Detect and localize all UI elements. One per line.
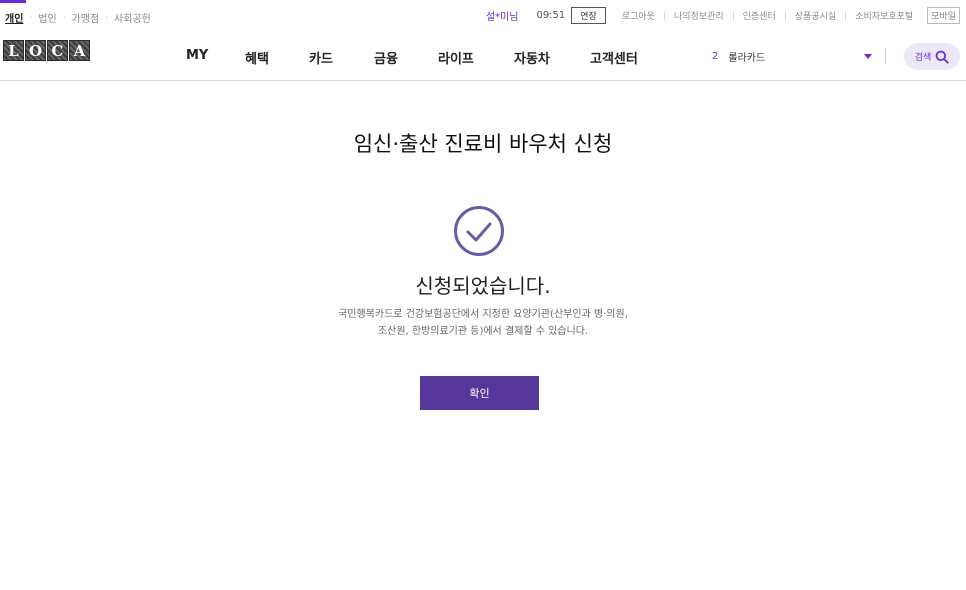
nav-life[interactable]: 라이프 bbox=[438, 48, 474, 67]
chevron-down-icon bbox=[864, 54, 872, 59]
search-label: 검색 bbox=[914, 53, 932, 63]
check-circle-icon bbox=[454, 206, 504, 256]
nav-finance[interactable]: 금융 bbox=[374, 48, 398, 67]
logo-letter: L bbox=[3, 40, 24, 61]
logo-letter: A bbox=[69, 40, 90, 61]
description-line: 조산원, 한방의료기관 등)에서 결제할 수 있습니다. bbox=[377, 326, 589, 337]
extend-session-button[interactable]: 연장 bbox=[571, 7, 606, 24]
nav-car[interactable]: 자동차 bbox=[514, 48, 550, 67]
completion-message: 신청되었습니다. bbox=[415, 274, 551, 298]
divider bbox=[845, 10, 847, 21]
tab-social[interactable]: 사회공헌 bbox=[114, 10, 151, 25]
logo[interactable]: L O C A bbox=[3, 40, 90, 61]
tab-corporate[interactable]: 법인 bbox=[38, 10, 56, 25]
active-tab-indicator bbox=[0, 0, 26, 3]
search-button[interactable]: 검색 bbox=[904, 43, 960, 70]
tab-separator: · bbox=[62, 12, 66, 23]
divider bbox=[784, 10, 786, 21]
nav-my[interactable]: MY bbox=[186, 48, 208, 63]
card-count: 2 bbox=[712, 51, 719, 62]
tab-separator: · bbox=[105, 12, 109, 23]
selected-card-name: 롤라카드 bbox=[728, 53, 766, 64]
nav-customer-center[interactable]: 고객센터 bbox=[590, 48, 638, 67]
divider bbox=[885, 48, 886, 64]
divider bbox=[663, 10, 665, 21]
card-selector[interactable]: 2 롤라카드 bbox=[712, 49, 872, 64]
user-name: 설*미님 bbox=[485, 12, 519, 23]
segment-tabs: 개인 · 법인 · 가맹점 · 사회공헌 bbox=[5, 10, 151, 26]
consumer-portal-link[interactable]: 소비자보호포털 bbox=[855, 9, 913, 22]
divider bbox=[732, 10, 734, 21]
auth-center-link[interactable]: 인증센터 bbox=[743, 9, 776, 22]
nav-benefits[interactable]: 혜택 bbox=[245, 48, 269, 67]
page-title: 임신·출산 진료비 바우처 신청 bbox=[353, 132, 613, 156]
utility-bar: 설*미님 09:51 연장 로그아웃 나의정보관리 인증센터 상품공시실 소비자… bbox=[486, 7, 960, 24]
logout-link[interactable]: 로그아웃 bbox=[622, 9, 655, 22]
confirm-button[interactable]: 확인 bbox=[420, 376, 539, 410]
nav-card[interactable]: 카드 bbox=[309, 48, 333, 67]
my-info-link[interactable]: 나의정보관리 bbox=[674, 9, 724, 22]
description-line: 국민행복카드로 건강보험공단에서 지정한 요양기관(산부인과 병·의원, bbox=[338, 309, 628, 320]
mobile-button[interactable]: 모바일 bbox=[927, 7, 960, 24]
search-icon bbox=[935, 50, 949, 64]
completion-description: 국민행복카드로 건강보험공단에서 지정한 요양기관(산부인과 병·의원, 조산원… bbox=[0, 306, 966, 340]
session-timer: 09:51 bbox=[536, 10, 566, 21]
tab-separator: · bbox=[29, 12, 33, 23]
logo-letter: O bbox=[25, 40, 46, 61]
tab-merchant[interactable]: 가맹점 bbox=[72, 10, 100, 25]
tab-personal[interactable]: 개인 bbox=[5, 10, 23, 25]
header-divider bbox=[0, 80, 966, 81]
product-disclosure-link[interactable]: 상품공시실 bbox=[795, 9, 836, 22]
logo-letter: C bbox=[47, 40, 68, 61]
